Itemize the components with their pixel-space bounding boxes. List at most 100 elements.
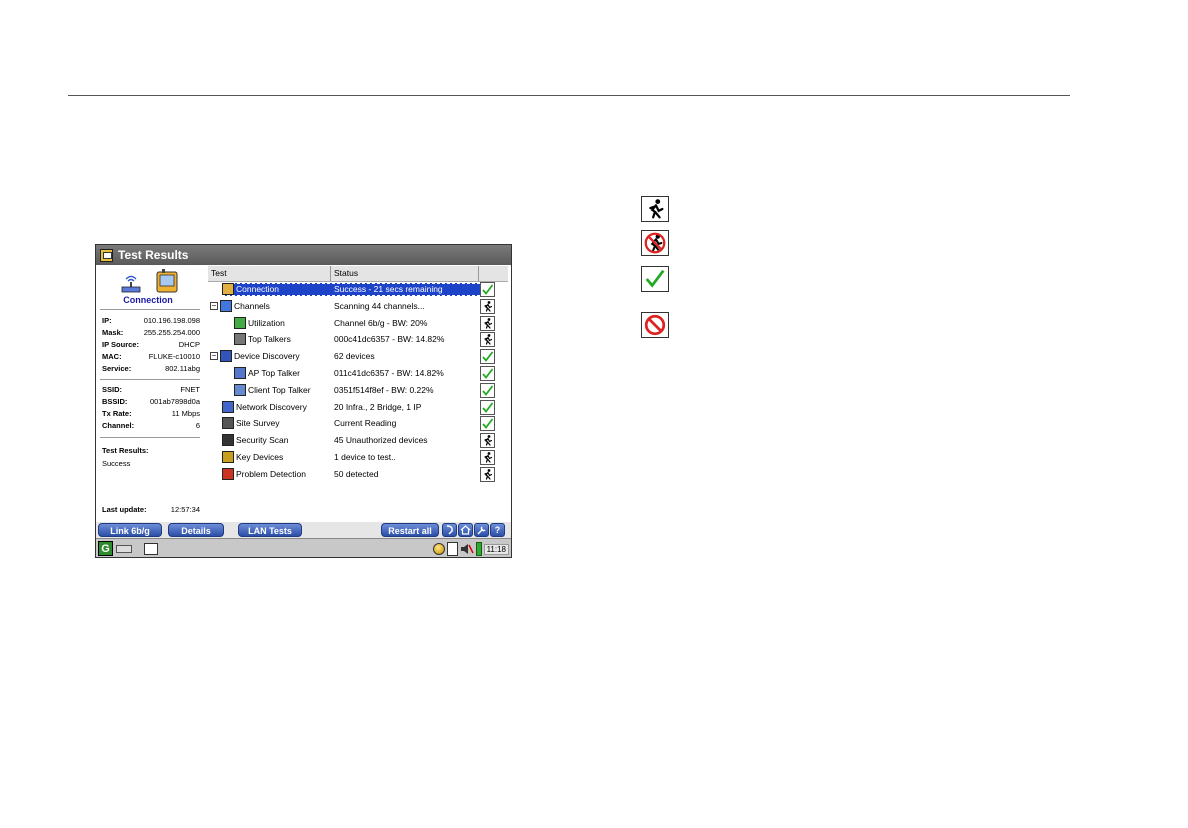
speaker-muted-icon[interactable] bbox=[460, 543, 474, 555]
page-rule bbox=[68, 95, 1070, 96]
title-bar: Test Results bbox=[96, 245, 511, 265]
info-ip-source: IP Source: DHCP bbox=[102, 340, 200, 349]
table-row[interactable]: Utilization Channel 6b/g - BW: 20% bbox=[208, 315, 508, 333]
check-icon[interactable] bbox=[480, 382, 495, 398]
test-status: Scanning 44 channels... bbox=[334, 300, 425, 311]
test-status: Channel 6b/g - BW: 20% bbox=[334, 317, 428, 328]
info-mac: MAC: FLUKE-c10010 bbox=[102, 352, 200, 361]
lan-tests-button[interactable]: LAN Tests bbox=[238, 523, 302, 537]
check-icon[interactable] bbox=[480, 399, 495, 415]
details-button[interactable]: Details bbox=[168, 523, 224, 537]
table-row[interactable]: Security Scan 45 Unauthorized devices bbox=[208, 433, 508, 450]
table-row[interactable]: Key Devices 1 device to test.. bbox=[208, 450, 508, 467]
test-status: Success - 21 secs remaining bbox=[334, 284, 443, 294]
test-name: Key Devices bbox=[236, 452, 284, 462]
table-row[interactable]: − Device Discovery 62 devices bbox=[208, 349, 508, 366]
test-name: AP Top Talker bbox=[248, 368, 300, 378]
table-row[interactable]: Network Discovery 20 Infra., 2 Bridge, 1 … bbox=[208, 399, 508, 417]
test-name: Client Top Talker bbox=[248, 384, 311, 395]
running-icon[interactable] bbox=[480, 450, 495, 465]
test-name: Network Discovery bbox=[236, 401, 307, 412]
clipboard-icon[interactable] bbox=[446, 542, 458, 556]
status-bar: G 11:18 bbox=[96, 538, 511, 557]
security-scan-icon bbox=[222, 434, 234, 447]
info-ip: IP: 010.196.198.098 bbox=[102, 316, 200, 325]
back-button[interactable] bbox=[442, 523, 457, 537]
info-ssid: SSID: FNET bbox=[102, 385, 200, 394]
keyboard-icon[interactable] bbox=[116, 545, 132, 553]
last-update: Last update: 12:57:34 bbox=[102, 505, 200, 514]
ap-icon bbox=[234, 367, 246, 379]
device-screen: Test Results Connection IP: 010.196.198.0… bbox=[95, 244, 512, 558]
running-icon[interactable] bbox=[480, 332, 495, 348]
expand-collapse-toggle[interactable]: − bbox=[210, 301, 218, 310]
access-point-icon bbox=[121, 275, 141, 293]
info-bssid: BSSID: 001ab7898d0a bbox=[102, 397, 200, 406]
column-header-status[interactable]: Status bbox=[334, 268, 358, 278]
stopped-running-icon bbox=[641, 230, 669, 256]
check-icon[interactable] bbox=[480, 366, 495, 381]
start-menu-icon[interactable]: G bbox=[98, 541, 113, 556]
window-title: Test Results bbox=[118, 248, 189, 262]
home-icon bbox=[460, 525, 471, 535]
table-row[interactable]: Connection Success - 21 secs remaining bbox=[208, 282, 508, 299]
check-icon[interactable] bbox=[480, 349, 495, 365]
test-status: Current Reading bbox=[334, 418, 397, 429]
test-results-table: Test Status Connection Success - 21 secs … bbox=[208, 266, 508, 522]
window-icon bbox=[100, 248, 113, 262]
help-button[interactable]: ? bbox=[490, 523, 505, 537]
test-status: 20 Infra., 2 Bridge, 1 IP bbox=[334, 401, 422, 412]
connection-label: Connection bbox=[123, 295, 173, 305]
status-ball-icon[interactable] bbox=[432, 543, 445, 555]
test-name: Site Survey bbox=[236, 418, 280, 429]
running-icon[interactable] bbox=[480, 315, 495, 331]
divider bbox=[100, 309, 200, 310]
column-header-test[interactable]: Test bbox=[211, 268, 227, 278]
channels-icon bbox=[220, 299, 232, 312]
key-icon bbox=[222, 451, 234, 463]
top-talkers-icon bbox=[234, 333, 246, 346]
restart-all-button[interactable]: Restart all bbox=[381, 523, 439, 537]
running-icon[interactable] bbox=[480, 298, 495, 314]
button-bar: Link 6b/g Details LAN Tests Restart all … bbox=[96, 522, 511, 538]
tools-button[interactable] bbox=[474, 523, 489, 537]
expand-collapse-toggle[interactable]: − bbox=[210, 352, 218, 361]
test-status: 45 Unauthorized devices bbox=[334, 435, 428, 446]
divider bbox=[100, 379, 200, 380]
test-status: 50 detected bbox=[334, 468, 379, 479]
test-name: Channels bbox=[234, 300, 270, 311]
test-status: 1 device to test.. bbox=[334, 452, 396, 462]
link-button[interactable]: Link 6b/g bbox=[98, 523, 162, 537]
test-status: 0351f514f8ef - BW: 0.22% bbox=[334, 384, 434, 395]
table-row[interactable]: Site Survey Current Reading bbox=[208, 416, 508, 433]
running-icon[interactable] bbox=[480, 433, 495, 449]
network-discovery-icon bbox=[222, 400, 234, 413]
test-name: Utilization bbox=[248, 317, 285, 328]
site-survey-icon bbox=[222, 417, 234, 430]
table-row[interactable]: Top Talkers 000c41dc6357 - BW: 14.82% bbox=[208, 332, 508, 349]
running-icon[interactable] bbox=[480, 466, 495, 482]
table-row[interactable]: − Channels Scanning 44 channels... bbox=[208, 298, 508, 316]
utilization-icon bbox=[234, 316, 246, 329]
system-tray: 11:18 bbox=[432, 541, 509, 557]
home-button[interactable] bbox=[458, 523, 473, 537]
info-channel: Channel: 6 bbox=[102, 421, 200, 430]
info-mask: Mask: 255.255.254.000 bbox=[102, 328, 200, 337]
client-icon bbox=[234, 383, 246, 396]
connection-icon bbox=[222, 283, 234, 295]
table-row[interactable]: Problem Detection 50 detected bbox=[208, 466, 508, 484]
test-results-value: Success bbox=[102, 459, 131, 468]
test-name: Top Talkers bbox=[248, 334, 291, 345]
task-window-icon[interactable] bbox=[144, 543, 158, 555]
test-name: Connection bbox=[236, 284, 280, 294]
test-results-label: Test Results: bbox=[102, 446, 149, 455]
check-icon[interactable] bbox=[480, 282, 495, 297]
test-name: Problem Detection bbox=[236, 468, 306, 479]
test-status: 000c41dc6357 - BW: 14.82% bbox=[334, 334, 445, 345]
table-row[interactable]: Client Top Talker 0351f514f8ef - BW: 0.22… bbox=[208, 382, 508, 400]
check-icon bbox=[641, 266, 669, 292]
prohibited-icon bbox=[641, 312, 669, 338]
clock: 11:18 bbox=[483, 543, 509, 555]
table-row[interactable]: AP Top Talker 011c41dc6357 - BW: 14.82% bbox=[208, 366, 508, 383]
check-icon[interactable] bbox=[480, 416, 495, 432]
